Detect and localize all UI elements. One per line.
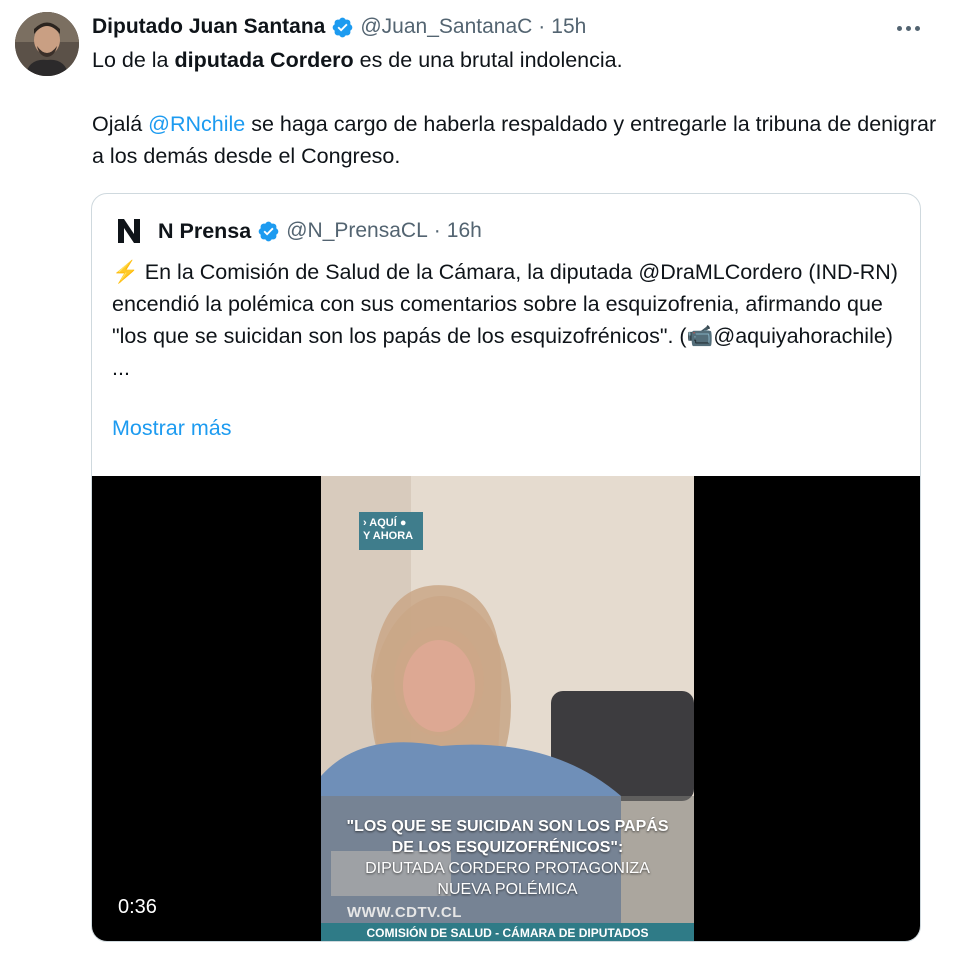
separator-dot: · <box>538 15 546 38</box>
video-thumbnail[interactable]: › AQUÍ ● Y AHORA "LOS QUE SE SUICIDAN SO… <box>321 476 694 941</box>
badge-line: Y AHORA <box>363 530 414 542</box>
channel-badge: › AQUÍ ● Y AHORA <box>359 512 423 550</box>
tweet-text: Lo de la diputada Cordero es de una brut… <box>92 44 942 172</box>
quoted-tweet[interactable]: N Prensa @N_PrensaCL · 16h ⚡ En la Comis… <box>91 193 921 942</box>
video-caption: "LOS QUE SE SUICIDAN SON LOS PAPÁS DE LO… <box>321 816 694 900</box>
n-prensa-logo <box>114 216 144 246</box>
separator-dot: · <box>433 219 441 242</box>
avatar[interactable] <box>15 12 79 76</box>
author-handle[interactable]: @Juan_SantanaC <box>360 15 532 39</box>
timestamp[interactable]: 15h <box>551 15 586 39</box>
video-player[interactable]: › AQUÍ ● Y AHORA "LOS QUE SE SUICIDAN SO… <box>92 476 920 941</box>
video-duration: 0:36 <box>118 896 157 918</box>
quoted-tweet-text: ⚡ En la Comisión de Salud de la Cámara, … <box>112 256 912 384</box>
caption-line: DIPUTADA CORDERO PROTAGONIZA <box>365 860 650 877</box>
verified-badge-icon <box>331 16 354 39</box>
camera-emoji: 📹 <box>686 324 714 348</box>
tweet-line-2: Ojalá @RNchile se haga cargo de haberla … <box>92 108 942 172</box>
show-more-link[interactable]: Mostrar más <box>112 416 231 441</box>
quoted-tweet-header: N Prensa @N_PrensaCL · 16h <box>114 216 482 246</box>
caption-line: "LOS QUE SE SUICIDAN SON LOS PAPÁS <box>346 818 669 835</box>
badge-line: › AQUÍ ● <box>363 517 407 529</box>
lower-third-bar: COMISIÓN DE SALUD - CÁMARA DE DIPUTADOS <box>321 923 694 941</box>
tweet: Diputado Juan Santana @Juan_SantanaC · 1… <box>0 0 964 960</box>
mention-link[interactable]: @RNchile <box>148 112 245 136</box>
quoted-body: ⚡ En la Comisión de Salud de la Cámara, … <box>112 256 912 352</box>
quoted-body-tail: @aquiyahorachile) <box>713 324 893 348</box>
text-segment: Ojalá <box>92 112 149 136</box>
caption-line: DE LOS ESQUIZOFRÉNICOS": <box>391 839 624 856</box>
tweet-header: Diputado Juan Santana @Juan_SantanaC · 1… <box>92 12 586 42</box>
bold-text: diputada Cordero <box>174 48 354 72</box>
text-segment: es de una brutal indolencia. <box>353 48 623 72</box>
lightning-emoji: ⚡ <box>112 260 139 284</box>
tweet-line-1: Lo de la diputada Cordero es de una brut… <box>92 44 942 76</box>
verified-badge-icon <box>257 220 280 243</box>
caption-line: NUEVA POLÉMICA <box>437 881 578 898</box>
ellipsis: ... <box>112 356 130 380</box>
quoted-author-handle[interactable]: @N_PrensaCL <box>286 219 428 243</box>
author-name[interactable]: Diputado Juan Santana <box>92 15 325 39</box>
more-options-icon[interactable] <box>890 14 926 42</box>
quoted-timestamp[interactable]: 16h <box>447 219 482 243</box>
text-segment: Lo de la <box>92 48 175 72</box>
quoted-author-name[interactable]: N Prensa <box>158 219 251 244</box>
website-watermark: WWW.CDTV.CL <box>347 904 462 921</box>
